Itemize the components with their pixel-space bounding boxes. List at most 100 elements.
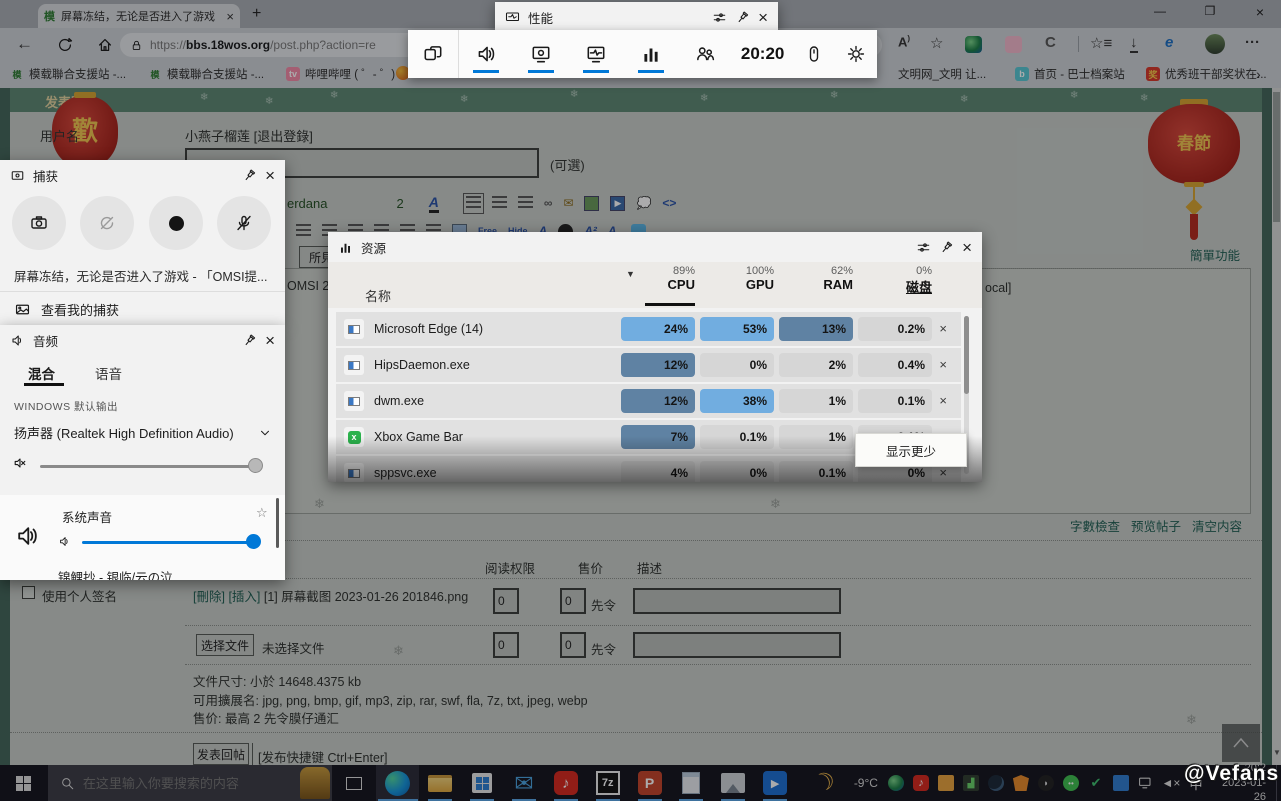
audio-scrollbar[interactable] [276, 498, 279, 548]
gamebar-toolbar: 20:20 [408, 30, 877, 78]
mic-toggle-button[interactable] [217, 196, 271, 250]
resources-widget-icon [338, 240, 353, 255]
gpu-cell: 0% [700, 353, 774, 377]
disk-cell: 0.1% [858, 389, 932, 413]
small-speaker-icon [58, 535, 71, 548]
gear-icon [846, 44, 866, 64]
mic-muted-icon [234, 213, 254, 233]
process-row[interactable]: HipsDaemon.exe 12% 0% 2% 0.4% × [336, 348, 961, 382]
performance-pin-icon[interactable] [735, 10, 750, 25]
capture-widget-button[interactable] [514, 30, 569, 78]
tab-voice[interactable]: 语音 [95, 363, 122, 383]
resources-close-icon[interactable]: × [962, 239, 972, 256]
gamebar-settings-button[interactable] [835, 30, 877, 78]
mouse-icon [804, 44, 824, 64]
app-icon [344, 391, 364, 411]
record-dot-icon [169, 216, 184, 231]
performance-options-icon[interactable] [712, 10, 727, 25]
ram-cell: 1% [779, 389, 853, 413]
performance-widget-titlebar[interactable]: 性能 × [495, 2, 778, 32]
gpu-cell: 38% [700, 389, 774, 413]
resources-options-icon[interactable] [916, 240, 931, 255]
disk-column-header[interactable]: 0% 磁盘 [858, 265, 932, 296]
capture-close-icon[interactable]: × [265, 167, 275, 184]
record-button[interactable] [149, 196, 203, 250]
close-process-icon[interactable]: × [939, 393, 947, 408]
performance-close-icon[interactable]: × [758, 9, 768, 26]
cpu-column-header[interactable]: 89% CPU [621, 265, 695, 292]
performance-icon [585, 43, 607, 65]
cpu-sort-underline [645, 303, 695, 306]
screenshot-button[interactable] [12, 196, 66, 250]
process-row[interactable]: Microsoft Edge (14) 24% 53% 13% 0.2% × [336, 312, 961, 346]
audio-pin-icon[interactable] [242, 333, 257, 348]
name-column-header[interactable]: 名称 [365, 286, 391, 305]
app-icon [344, 463, 364, 482]
record-last-button[interactable] [80, 196, 134, 250]
gallery-icon [14, 301, 31, 318]
screenshot-watermark: @Vefans [1184, 762, 1279, 786]
resources-scrollbar-thumb[interactable] [964, 316, 969, 394]
capture-pin-icon[interactable] [242, 168, 257, 183]
capture-target-caption: 屏幕冻结，无论是否进入了游戏 - 「OMSI提... [14, 266, 276, 285]
gpu-cell: 53% [700, 317, 774, 341]
performance-widget-button[interactable] [569, 30, 624, 78]
audio-close-icon[interactable]: × [265, 332, 275, 349]
performance-widget-title: 性能 [528, 8, 553, 27]
resources-widget-button[interactable] [623, 30, 678, 78]
cpu-cell: 12% [621, 353, 695, 377]
cpu-cell: 24% [621, 317, 695, 341]
camera-icon [29, 213, 49, 233]
default-output-label: WINDOWS 默认输出 [14, 399, 118, 414]
ram-cell: 13% [779, 317, 853, 341]
output-volume-slider[interactable] [40, 465, 262, 468]
mouse-passthrough-button[interactable] [792, 30, 834, 78]
output-device-select[interactable]: 扬声器 (Realtek High Definition Audio) [14, 423, 272, 442]
favorite-star-icon[interactable]: ☆ [256, 505, 268, 521]
system-volume-thumb[interactable] [246, 534, 261, 549]
capture-panel-titlebar[interactable]: 捕获 × [0, 160, 285, 190]
resources-panel-titlebar[interactable]: 资源 × [328, 232, 982, 262]
audio-panel-titlebar[interactable]: 音频 × [0, 325, 285, 355]
close-process-icon[interactable]: × [939, 357, 947, 372]
output-volume-thumb[interactable] [248, 458, 263, 473]
app-icon [344, 319, 364, 339]
disk-cell: 0.4% [858, 353, 932, 377]
performance-widget-icon [505, 10, 520, 25]
audio-panel-title: 音频 [33, 331, 58, 350]
cpu-cell: 4% [621, 461, 695, 482]
cpu-cell: 12% [621, 389, 695, 413]
disk-cell: 0.2% [858, 317, 932, 341]
audio-widget-button[interactable] [459, 30, 514, 78]
social-widget-button[interactable] [678, 30, 733, 78]
ram-cell: 2% [779, 353, 853, 377]
process-row[interactable]: dwm.exe 12% 38% 1% 0.1% × [336, 384, 961, 418]
app-icon [344, 355, 364, 375]
resources-pin-icon[interactable] [939, 240, 954, 255]
chevron-down-icon [258, 426, 272, 440]
gamebar-clock: 20:20 [733, 44, 793, 64]
capture-icon [530, 43, 552, 65]
widget-menu-button[interactable] [408, 30, 458, 78]
show-less-button[interactable]: 显示更少 [855, 433, 967, 467]
divider [0, 291, 285, 292]
bar-chart-icon [640, 43, 662, 65]
system-volume-slider[interactable] [82, 541, 252, 544]
ram-column-header[interactable]: 62% RAM [779, 265, 853, 292]
record-last-icon [97, 213, 117, 233]
gpu-cell: 0.1% [700, 425, 774, 449]
system-sound-label: 系统声音 [62, 507, 112, 526]
capture-widget-icon [10, 168, 25, 183]
output-muted-icon[interactable] [12, 455, 28, 471]
show-captures-link[interactable]: 查看我的捕获 [14, 300, 119, 319]
close-process-icon[interactable]: × [939, 321, 947, 336]
capture-panel-title: 捕获 [33, 166, 58, 185]
cpu-cell: 7% [621, 425, 695, 449]
audio-panel: 音频 × 混合 语音 WINDOWS 默认输出 扬声器 (Realtek Hig… [0, 325, 285, 580]
tab-mix[interactable]: 混合 [28, 363, 55, 383]
widget-menu-icon [422, 43, 444, 65]
close-process-icon[interactable]: × [939, 465, 947, 480]
gpu-column-header[interactable]: 100% GPU [700, 265, 774, 292]
tab-mix-underline [24, 383, 64, 386]
screen: 模 屏幕冻结，无论是否进入了游戏 × + — ❐ × ← https://bbs… [0, 0, 1281, 801]
